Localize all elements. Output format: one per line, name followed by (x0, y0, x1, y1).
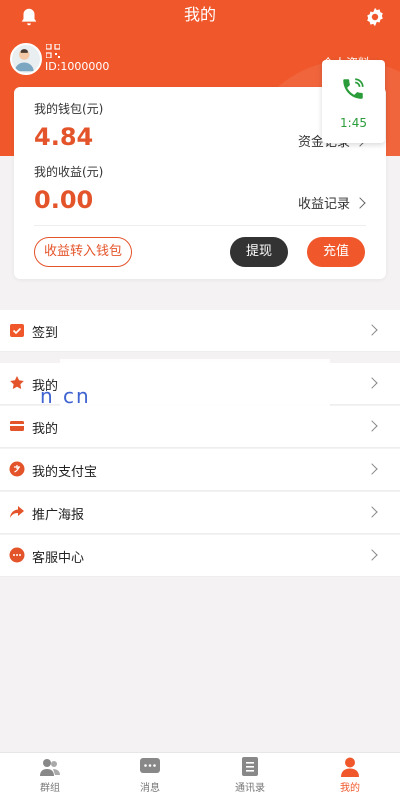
chevron-right-icon (366, 463, 378, 475)
qr-code-icon[interactable] (46, 44, 60, 58)
user-icon (341, 757, 359, 777)
tab-contacts[interactable]: 通讯录 (220, 757, 280, 797)
tab-messages[interactable]: 消息 (120, 757, 180, 797)
user-id: ID:1000000 (45, 60, 110, 73)
menu-label: 推广海报 (32, 508, 85, 523)
wallet-label: 我的钱包(元) (34, 102, 104, 116)
tab-groups[interactable]: 群组 (20, 757, 80, 797)
bank-card-icon (10, 421, 24, 431)
menu-item-signin[interactable]: 签到 (0, 310, 400, 352)
share-arrow-icon (10, 506, 24, 518)
bottom-tab-bar: 群组 消息 通讯录 我的 (0, 752, 400, 797)
phone-icon (343, 78, 364, 99)
call-duration: 1:45 (340, 116, 367, 130)
menu-item-alipay[interactable]: 我的支付宝 (0, 449, 400, 491)
menu-item-promo-poster[interactable]: 推广海报 (0, 492, 400, 534)
chevron-right-icon (366, 324, 378, 336)
menu-label: 客服中心 (32, 551, 85, 566)
tab-label: 群组 (40, 783, 60, 794)
chevron-right-icon (366, 549, 378, 561)
chevron-right-icon (366, 506, 378, 518)
recharge-button[interactable]: 充值 (307, 237, 365, 267)
avatar[interactable] (10, 43, 42, 75)
chevron-right-icon (354, 197, 366, 209)
menu-item-customer-service[interactable]: 客服中心 (0, 535, 400, 577)
tab-label: 通讯录 (235, 783, 265, 794)
chat-bubble-icon (9, 547, 25, 563)
tab-label: 消息 (140, 783, 160, 794)
withdraw-button[interactable]: 提现 (230, 237, 288, 267)
wallet-balance: 4.84 (34, 123, 94, 151)
menu-label: 我的 (32, 422, 59, 437)
menu-label: 签到 (32, 326, 59, 341)
gear-icon[interactable] (364, 6, 386, 28)
transfer-to-wallet-button[interactable]: 收益转入钱包 (34, 237, 132, 267)
contacts-book-icon (242, 757, 258, 776)
top-bar: 我的 (0, 0, 400, 32)
income-balance: 0.00 (34, 186, 94, 214)
group-icon (40, 759, 60, 776)
tab-me[interactable]: 我的 (320, 757, 380, 797)
income-label: 我的收益(元) (34, 165, 104, 179)
chevron-right-icon (366, 377, 378, 389)
chevron-right-icon (366, 420, 378, 432)
income-record-link[interactable]: 收益记录 (298, 193, 350, 212)
calendar-check-icon (10, 324, 24, 337)
tab-label: 我的 (340, 783, 360, 794)
star-icon (10, 376, 24, 389)
page-title: 我的 (183, 5, 216, 24)
divider (34, 225, 366, 226)
message-icon (140, 758, 160, 773)
call-widget[interactable]: 1:45 (322, 60, 385, 143)
alipay-icon (9, 461, 25, 477)
menu-label: 我的支付宝 (32, 465, 98, 480)
watermark-text: n cn (40, 384, 91, 408)
